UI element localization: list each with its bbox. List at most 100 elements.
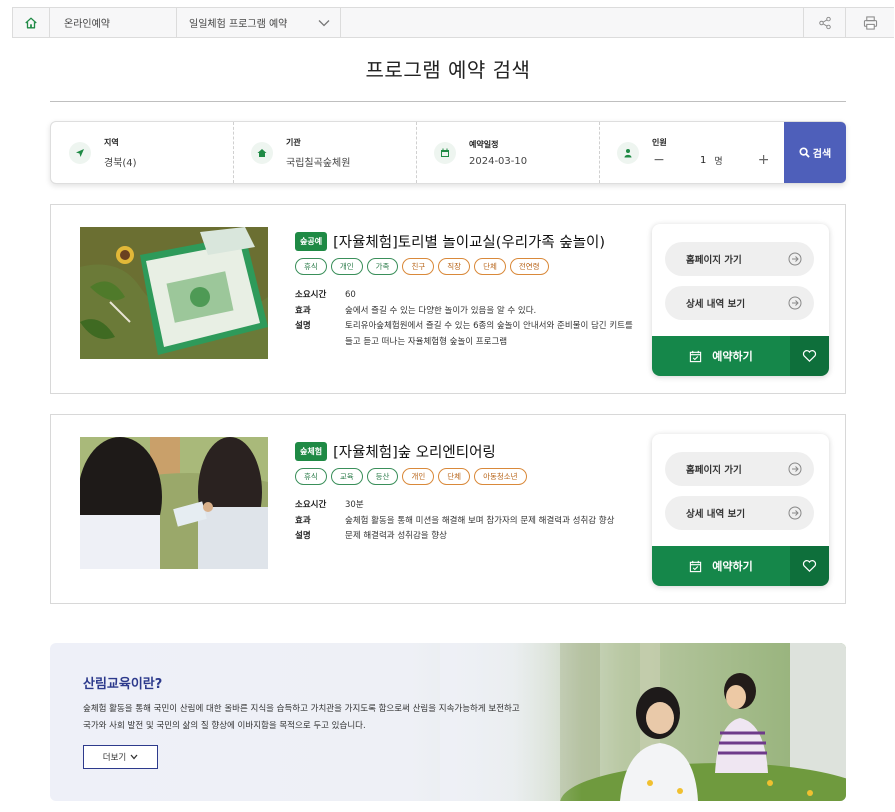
homepage-button-label: 홈페이지 가기 [686,255,742,266]
facility-select[interactable]: 기관 국립칠곡숲체원 [234,122,417,183]
arrow-right-circle-icon [788,252,802,266]
effect-label: 효과 [295,515,311,526]
tag: 단체 [474,258,506,275]
arrow-right-circle-icon [788,296,802,310]
print-button[interactable] [846,8,894,37]
banner-description: 숲체험 활동을 통해 국민이 산림에 대한 올바른 지식을 습득하고 가치관을 … [83,704,520,731]
breadcrumb-bar: 온라인예약 일일체험 프로그램 예약 [12,7,894,38]
tag: 개인 [402,468,435,485]
program-tags: 휴식 교육 등산 개인 단체 아동청소년 [295,468,640,485]
effect-value: 숲에서 즐길 수 있는 다양한 놀이가 있음을 알 수 있다. [345,305,537,316]
more-button-label: 더보기 [102,753,127,763]
description-label: 설명 [295,321,311,331]
wishlist-button[interactable] [790,336,829,376]
program-title[interactable]: [자율체험]토리별 놀이교실(우리가족 숲놀이) [333,231,605,252]
homepage-button[interactable]: 홈페이지 가기 [665,452,814,486]
arrow-right-circle-icon [788,506,802,520]
forest-education-banner: 산림교육이란? 숲체험 활동을 통해 국민이 산림에 대한 올바른 지식을 습득… [50,643,846,801]
heart-icon [802,560,817,573]
share-button[interactable] [803,8,846,37]
tag: 휴식 [295,468,327,485]
person-icon [617,141,639,164]
program-photo [80,227,268,359]
program-info: 소요시간 60 효과 숲에서 즐길 수 있는 다양한 놀이가 있음을 알 수 있… [295,288,640,350]
calendar-check-icon [690,350,702,362]
search-button[interactable]: 검색 [784,122,846,183]
facility-label: 기관 [286,137,301,147]
program-info: 소요시간 30분 효과 숲체험 활동을 통해 미션을 해결해 보며 참가자의 문… [295,498,640,545]
wishlist-button[interactable] [790,546,829,586]
program-actions: 홈페이지 가기 상세 내역 보기 예약하기 [652,224,829,376]
reserve-button-label: 예약하기 [712,350,753,363]
tag: 교육 [330,468,363,485]
reserve-button[interactable]: 예약하기 [652,336,790,376]
building-icon [251,141,273,164]
print-icon [863,15,877,30]
region-select[interactable]: 지역 경북(4) [51,122,234,183]
tag: 가족 [366,258,399,275]
more-button[interactable]: 더보기 [83,745,158,769]
reserve-button[interactable]: 예약하기 [652,546,790,586]
tag: 친구 [402,258,435,275]
description-value: 문제 해결력과 성취감을 향상 [345,531,447,541]
chevron-down-icon [318,19,330,26]
description-label: 설명 [295,531,311,541]
tag: 개인 [330,258,363,275]
tag: 휴식 [295,258,327,275]
detail-button-label: 상세 내역 보기 [686,299,746,310]
duration-value: 30분 [345,500,364,510]
effect-value: 숲체험 활동을 통해 미션을 해결해 보며 참가자의 문제 해결력과 성취감 향… [345,515,615,526]
arrow-right-circle-icon [788,462,802,476]
date-value: 2024-03-10 [469,155,528,167]
region-label: 지역 [104,137,119,147]
program-card: 숲공예 [자율체험]토리별 놀이교실(우리가족 숲놀이) 휴식 개인 가족 친구… [50,204,846,394]
heart-icon [802,350,817,363]
region-value: 경북(4) [104,157,137,169]
effect-label: 효과 [295,305,311,316]
tag: 등산 [366,468,399,485]
detail-button-label: 상세 내역 보기 [686,509,746,520]
description-value: 토리유아숲체험원에서 즐길 수 있는 6종의 숲놀이 안내서와 준비물이 담긴 … [345,321,633,347]
homepage-button-label: 홈페이지 가기 [686,465,742,476]
detail-button[interactable]: 상세 내역 보기 [665,496,814,530]
program-title[interactable]: [자율체험]숲 오리엔티어링 [333,441,496,462]
duration-label: 소요시간 [295,290,327,300]
tag: 단체 [438,468,471,485]
people-increment-button[interactable]: + [757,152,771,168]
people-count[interactable]: 1 [700,155,706,166]
home-button[interactable] [12,8,50,37]
tag: 아동청소년 [474,468,527,485]
breadcrumb-item-online-reservation[interactable]: 온라인예약 [50,8,177,37]
people-unit: 명 [714,156,723,167]
breadcrumb-dropdown[interactable]: 일일체험 프로그램 예약 [177,8,341,37]
people-decrement-button[interactable]: − [652,152,666,168]
program-tags: 휴식 개인 가족 친구 직장 단체 전연령 [295,258,640,275]
search-icon [799,147,810,158]
tag: 전연령 [509,258,549,275]
breadcrumb-label: 일일체험 프로그램 예약 [189,19,288,30]
search-button-label: 검색 [812,149,832,160]
calendar-icon [434,141,456,164]
duration-label: 소요시간 [295,500,327,510]
location-arrow-icon [69,141,91,164]
date-label: 예약일정 [469,139,499,149]
program-type-badge: 숲공예 [295,232,328,251]
date-picker[interactable]: 예약일정 2024-03-10 [417,122,600,183]
homepage-button[interactable]: 홈페이지 가기 [665,242,814,276]
detail-button[interactable]: 상세 내역 보기 [665,286,814,320]
program-photo [80,437,268,569]
program-card: 숲체험 [자율체험]숲 오리엔티어링 휴식 교육 등산 개인 단체 아동청소년 … [50,414,846,604]
tag: 직장 [438,258,471,275]
banner-title: 산림교육이란? [83,677,163,692]
share-icon [818,16,831,29]
chevron-down-icon [130,754,138,760]
people-label: 인원 [652,138,667,147]
program-actions: 홈페이지 가기 상세 내역 보기 예약하기 [652,434,829,586]
search-panel: 지역 경북(4) 기관 국립칠곡숲체원 예약일정 2024-03-10 인원 −… [50,121,846,184]
facility-value: 국립칠곡숲체원 [286,157,351,169]
page-title: 프로그램 예약 검색 [365,58,531,82]
home-icon [25,17,37,28]
breadcrumb-label: 온라인예약 [64,19,110,30]
reserve-button-label: 예약하기 [712,560,753,573]
title-divider [50,101,846,102]
